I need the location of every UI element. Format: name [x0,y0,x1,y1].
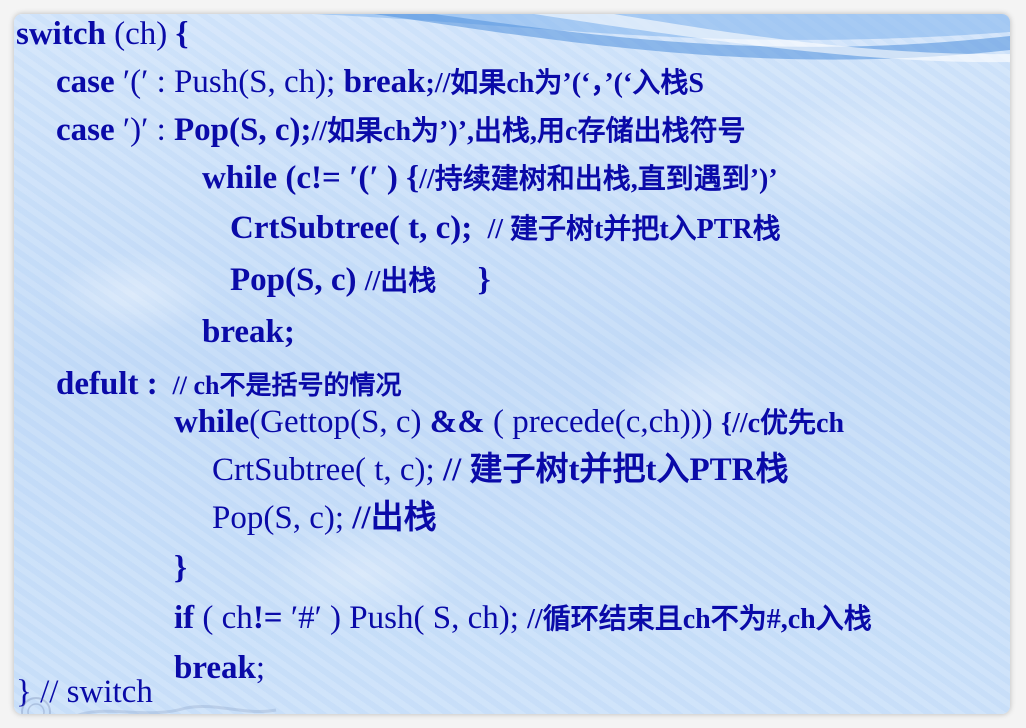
code-line-2: case ′(′ : Push(S, ch); break;//如果ch为’(‘… [56,64,704,102]
slide: switch (ch) { case ′(′ : Push(S, ch); br… [14,14,1010,714]
comment: //出栈 [364,266,437,297]
close-brace: } [436,262,491,298]
code-line-14: break; [174,650,265,686]
comment: // 建子树t并把t入PTR栈 [480,214,781,245]
crtsubtree-call: CrtSubtree( t, c); [230,210,481,246]
gettop-call: (Gettop(S, c) [249,404,430,440]
switch-expression: (ch) [105,16,176,52]
push-call: Push(S, ch); [174,64,344,100]
pop-call: Pop(S, c); [174,112,312,148]
code-line-13: if ( ch!= ′#′ ) Push( S, ch); //循环结束且ch不… [174,600,872,638]
code-line-3: case ′)′ : Pop(S, c);//如果ch为’)’,出栈,用c存储出… [56,112,745,150]
watermark-logo [21,697,277,714]
not-equal-operator: != [252,600,283,636]
pop-call: Pop(S, c) [230,262,365,298]
keyword-default: defult : [56,366,166,402]
pop-call: Pop(S, c); [212,500,353,536]
keyword-while: while [174,404,250,440]
code-line-4: while (c!= ′(′ ) {//持续建树和出栈,直到遇到’)’ [202,160,778,198]
case-literal: ′)′ : [114,112,174,148]
if-condition-rest: ′#′ ) Push( S, ch); [282,600,528,636]
code-line-6: Pop(S, c) //出栈 } [230,262,491,300]
keyword-case: case [56,112,115,148]
code-line-9: while(Gettop(S, c) && ( precede(c,ch))) … [174,404,844,442]
comment: //持续建树和出栈,直到遇到’)’ [419,164,778,195]
slide-frame: switch (ch) { case ′(′ : Push(S, ch); br… [0,0,1026,728]
case-literal: ′(′ : [114,64,174,100]
code-line-1: switch (ch) { [16,16,189,52]
comment: // ch不是括号的情况 [166,371,402,400]
keyword-break: break [343,64,426,100]
code-line-12: } [174,550,187,586]
keyword-case: case [56,64,115,100]
comment: {//c优先ch [721,408,845,439]
keyword-switch: switch [16,16,106,52]
comment: // 建子树t并把t入PTR栈 [442,452,789,488]
open-brace: { [175,16,189,52]
if-condition-start: ( ch [194,600,253,636]
precede-condition: ( precede(c,ch))) [484,404,722,440]
code-block: switch (ch) { case ′(′ : Push(S, ch); br… [14,14,1010,714]
semicolon: ; [255,650,266,686]
comment: //如果ch为’)’,出栈,用c存储出栈符号 [311,116,746,147]
code-line-8: defult : // ch不是括号的情况 [56,366,401,404]
code-line-11: Pop(S, c); //出栈 [212,500,437,536]
code-line-7: break; [202,314,295,350]
code-line-10: CrtSubtree( t, c); // 建子树t并把t入PTR栈 [212,452,789,488]
crtsubtree-call: CrtSubtree( t, c); [212,452,443,488]
and-operator: && [429,404,485,440]
comment: ;//如果ch为’(‘，’(‘入栈S [425,68,704,99]
comment: //出栈 [352,500,437,536]
keyword-break: break [174,650,256,686]
code-line-5: CrtSubtree( t, c); // 建子树t并把t入PTR栈 [230,210,781,248]
keyword-break: break; [202,314,295,350]
close-brace: } [174,550,188,586]
comment: //循环结束且ch不为#,ch入栈 [527,604,872,635]
keyword-if: if [174,600,195,636]
while-statement: while (c!= ′(′ ) { [202,160,420,196]
